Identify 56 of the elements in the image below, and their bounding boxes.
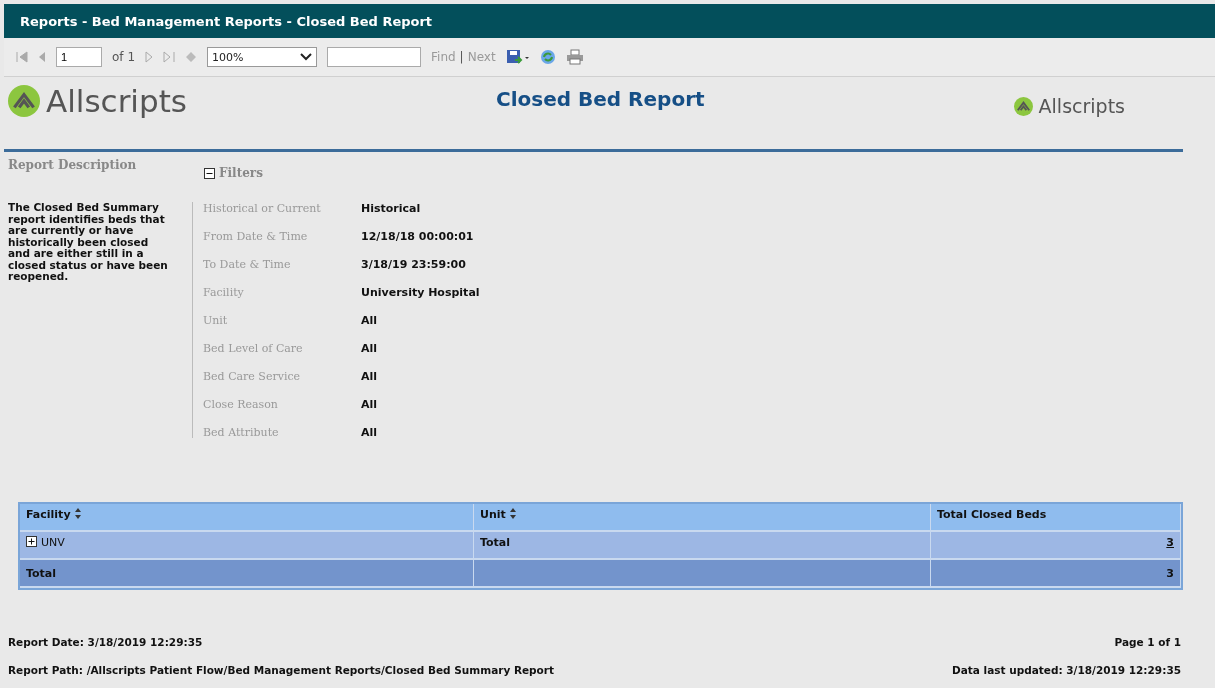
table-cell: Total xyxy=(474,532,931,560)
page-field[interactable]: 1 xyxy=(56,47,102,67)
filter-value: All xyxy=(361,370,379,385)
print-button[interactable] xyxy=(565,49,584,65)
logo-text: Allscripts xyxy=(1038,95,1125,117)
filter-label: Bed Attribute xyxy=(203,426,280,441)
column-header[interactable]: Facility xyxy=(20,504,474,532)
filter-label: Close Reason xyxy=(203,398,279,413)
zoom-dropdown[interactable]: 100% xyxy=(207,47,317,67)
previous-page-button[interactable] xyxy=(38,51,46,63)
count-link[interactable]: 3 xyxy=(1166,536,1174,549)
column-header: Total Closed Beds xyxy=(931,504,1181,532)
window-title: Reports - Bed Management Reports - Closed Bed Report xyxy=(4,4,1215,38)
report-title: Closed Bed Report xyxy=(496,87,705,111)
export-button[interactable] xyxy=(505,49,530,65)
filter-label: From Date & Time xyxy=(203,230,309,245)
filter-label: Facility xyxy=(203,286,245,301)
collapse-icon[interactable] xyxy=(204,167,215,179)
refresh-button[interactable] xyxy=(539,49,556,65)
page-count: of 1 xyxy=(112,50,135,64)
filter-value: All xyxy=(361,398,379,413)
report-date: Report Date: 3/18/2019 12:29:35 xyxy=(8,636,203,648)
find-field[interactable] xyxy=(327,47,421,67)
back-button[interactable] xyxy=(185,51,197,63)
filter-value: 3/18/19 23:59:00 xyxy=(361,258,467,273)
filter-label: Bed Level of Care xyxy=(203,342,304,357)
filter-value: All xyxy=(361,426,379,441)
column-header[interactable]: Unit xyxy=(474,504,931,532)
filter-value: Historical xyxy=(361,202,422,217)
page-number: Page 1 of 1 xyxy=(1114,636,1181,648)
table-cell: UNV xyxy=(20,532,474,560)
filter-value: University Hospital xyxy=(361,286,480,301)
filter-label: To Date & Time xyxy=(203,258,292,273)
logo-icon xyxy=(8,85,40,117)
filter-value: 12/18/18 00:00:01 xyxy=(361,230,475,245)
separator: | xyxy=(459,50,464,64)
sort-icon[interactable] xyxy=(509,508,516,519)
report-description: The Closed Bed Summary report identifies beds that are currently or have historically been closed and are either still in a closed status or have been reopened. xyxy=(8,202,168,285)
sort-icon[interactable] xyxy=(74,508,81,519)
next-page-button[interactable] xyxy=(145,51,153,63)
logo-text: Allscripts xyxy=(46,83,187,119)
first-page-button[interactable] xyxy=(16,51,28,63)
last-page-button[interactable] xyxy=(163,51,175,63)
filter-label: Historical or Current xyxy=(203,202,322,217)
filter-value: All xyxy=(361,314,379,329)
table-cell: 3 xyxy=(931,560,1181,588)
filter-value: All xyxy=(361,342,379,357)
section-label: Report Description xyxy=(8,158,138,174)
logo-icon xyxy=(1013,96,1033,116)
table-cell: Total xyxy=(20,560,474,588)
filter-label: Unit xyxy=(203,314,229,329)
expand-icon[interactable] xyxy=(26,536,37,547)
filter-label: Bed Care Service xyxy=(203,370,302,385)
caret-icon xyxy=(300,53,312,61)
data-updated: Data last updated: 3/18/2019 12:29:35 xyxy=(952,664,1181,676)
report-path: Report Path: /Allscripts Patient Flow/Bed Management Reports/Closed Bed Summary Report xyxy=(8,664,555,676)
